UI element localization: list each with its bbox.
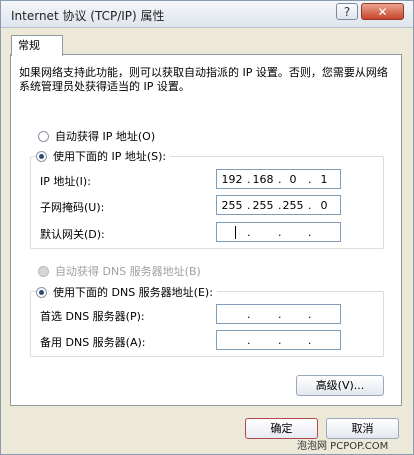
radio-manual-ip[interactable]: 使用下面的 IP 地址(S): — [36, 148, 171, 164]
radio-auto-ip-label: 自动获得 IP 地址(O) — [55, 130, 156, 143]
subnet-mask-input[interactable]: 255 . 255 . 255 . 0 — [216, 195, 341, 215]
alternate-dns-label: 备用 DNS 服务器(A): — [40, 336, 146, 349]
site-watermark: 泡泡网 PCPOP.COM — [297, 441, 389, 452]
ip-octet-2: 168 — [252, 173, 274, 186]
radio-manual-ip-label: 使用下面的 IP 地址(S): — [53, 150, 167, 163]
mask-octet-3: 255 — [282, 199, 304, 212]
radio-manual-ip-indicator[interactable] — [36, 150, 47, 162]
radio-manual-dns-indicator[interactable] — [36, 286, 47, 298]
radio-manual-dns[interactable]: 使用下面的 DNS 服务器地址(E): — [36, 284, 217, 300]
ip-address-input[interactable]: 192 . 168 . 0 . 1 — [216, 169, 341, 189]
tab-general[interactable]: 常规 — [11, 35, 63, 56]
title-bar[interactable]: Internet 协议 (TCP/IP) 属性 ? ✕ — [1, 1, 413, 28]
close-button[interactable]: ✕ — [361, 3, 404, 20]
radio-auto-dns-label: 自动获得 DNS 服务器地址(B) — [55, 265, 201, 278]
ip-octet-4: 1 — [320, 173, 328, 186]
subnet-mask-label: 子网掩码(U): — [40, 201, 105, 214]
preferred-dns-input[interactable]: . . . — [216, 304, 341, 324]
ip-octet-3: 0 — [289, 173, 297, 186]
preferred-dns-label: 首选 DNS 服务器(P): — [40, 310, 145, 323]
radio-auto-dns-indicator[interactable] — [38, 265, 49, 277]
default-gateway-label: 默认网关(D): — [40, 228, 105, 241]
alternate-dns-input[interactable]: . . . — [216, 330, 341, 350]
radio-auto-dns[interactable]: 自动获得 DNS 服务器地址(B) — [38, 263, 205, 279]
text-caret — [235, 226, 236, 239]
advanced-button[interactable]: 高级(V)... — [296, 375, 384, 396]
radio-manual-dns-label: 使用下面的 DNS 服务器地址(E): — [53, 286, 213, 299]
ip-address-label: IP 地址(I): — [40, 175, 91, 188]
help-button[interactable]: ? — [336, 3, 358, 20]
mask-octet-4: 0 — [320, 199, 328, 212]
description-text: 如果网络支持此功能，则可以获取自动指派的 IP 设置。否则，您需要从网络系统管理… — [19, 66, 388, 93]
default-gateway-input[interactable]: . . . — [216, 222, 341, 242]
ok-button[interactable]: 确定 — [245, 418, 318, 439]
ip-octet-1: 192 — [221, 173, 243, 186]
radio-auto-ip[interactable]: 自动获得 IP 地址(O) — [38, 128, 160, 144]
window-title: Internet 协议 (TCP/IP) 属性 — [11, 9, 165, 23]
mask-octet-1: 255 — [221, 199, 243, 212]
mask-octet-2: 255 — [252, 199, 274, 212]
cancel-button[interactable]: 取消 — [326, 418, 399, 439]
radio-auto-ip-indicator[interactable] — [38, 130, 49, 142]
